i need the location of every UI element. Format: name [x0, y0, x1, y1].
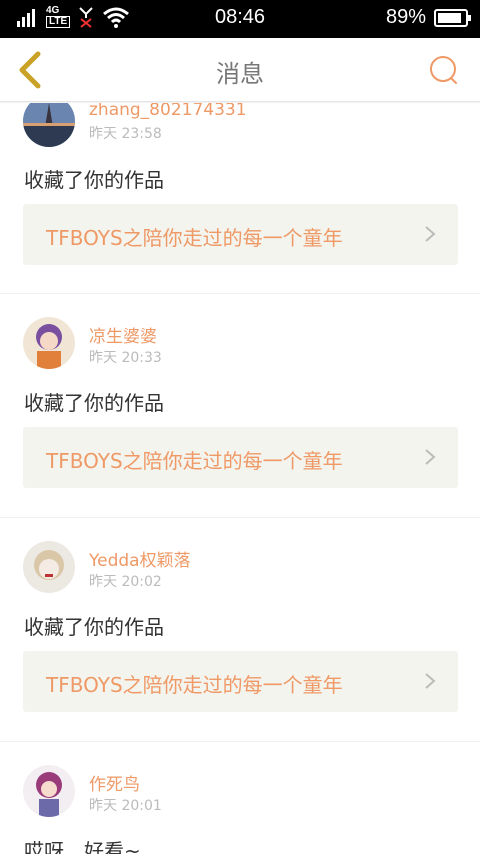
message-item: zhang_802174331 昨天 23:58 收藏了你的作品 TFBOYS之… — [0, 103, 480, 293]
chevron-right-icon — [425, 449, 436, 465]
work-link[interactable]: TFBOYS之陪你走过的每一个童年 — [23, 651, 458, 712]
work-title: TFBOYS之陪你走过的每一个童年 — [46, 226, 343, 250]
message-item: Yedda权颖落 昨天 20:02 收藏了你的作品 TFBOYS之陪你走过的每一… — [0, 518, 480, 741]
avatar[interactable] — [23, 765, 75, 817]
username[interactable]: Yedda权颖落 — [89, 546, 191, 571]
message-item: 凉生婆婆 昨天 20:33 收藏了你的作品 TFBOYS之陪你走过的每一个童年 — [0, 294, 480, 517]
status-bar: 4G LTE 08:46 89% — [0, 0, 480, 38]
work-title: TFBOYS之陪你走过的每一个童年 — [46, 673, 343, 697]
message-text: 收藏了你的作品 — [24, 615, 164, 639]
search-icon[interactable] — [428, 54, 460, 86]
work-link[interactable]: TFBOYS之陪你走过的每一个童年 — [23, 204, 458, 265]
title-bar: 消息 — [0, 38, 480, 102]
chevron-right-icon — [425, 673, 436, 689]
work-link[interactable]: TFBOYS之陪你走过的每一个童年 — [23, 427, 458, 488]
avatar[interactable] — [23, 317, 75, 369]
message-text: 哎呀、好看~ — [24, 839, 141, 854]
battery-icon — [434, 8, 471, 27]
work-title: TFBOYS之陪你走过的每一个童年 — [46, 449, 343, 473]
avatar[interactable] — [23, 541, 75, 593]
username[interactable]: zhang_802174331 — [89, 103, 247, 120]
message-list[interactable]: zhang_802174331 昨天 23:58 收藏了你的作品 TFBOYS之… — [0, 103, 480, 854]
message-text: 收藏了你的作品 — [24, 168, 164, 192]
message-text: 收藏了你的作品 — [24, 391, 164, 415]
page-title: 消息 — [216, 60, 264, 88]
timestamp: 昨天 20:01 — [89, 798, 162, 814]
username[interactable]: 作死鸟 — [89, 770, 140, 795]
timestamp: 昨天 23:58 — [89, 126, 162, 142]
avatar[interactable] — [23, 103, 75, 147]
message-item: 作死鸟 昨天 20:01 哎呀、好看~ — [0, 742, 480, 854]
timestamp: 昨天 20:02 — [89, 574, 162, 590]
timestamp: 昨天 20:33 — [89, 350, 162, 366]
status-right: 89% — [385, 6, 471, 29]
username[interactable]: 凉生婆婆 — [89, 322, 157, 347]
battery-percent: 89% — [385, 6, 426, 28]
chevron-right-icon — [425, 226, 436, 242]
